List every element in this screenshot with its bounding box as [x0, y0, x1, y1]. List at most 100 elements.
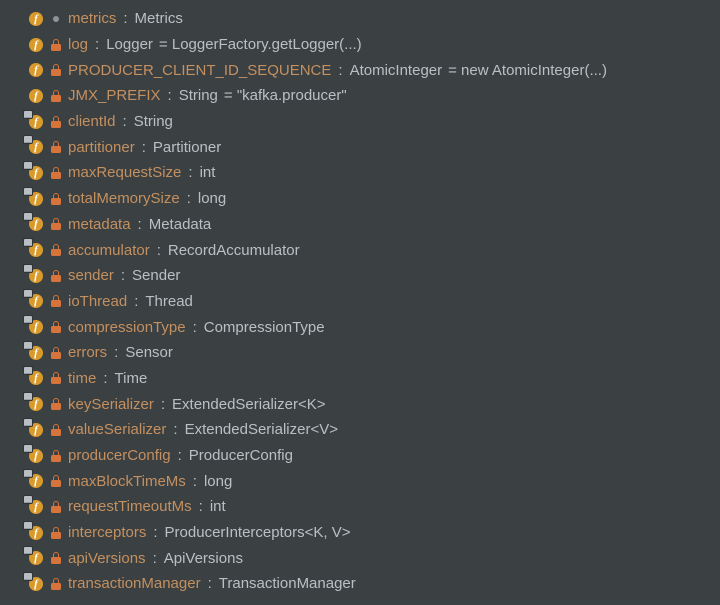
field-type: ApiVersions [164, 550, 243, 567]
field-name: PRODUCER_CLIENT_ID_SEQUENCE [68, 62, 331, 79]
field-name: maxBlockTimeMs [68, 473, 186, 490]
lock-icon [50, 270, 62, 282]
colon: : [122, 10, 128, 27]
structure-row[interactable]: flog: Logger = LoggerFactory.getLogger(.… [28, 32, 720, 58]
field-icon: f [28, 191, 44, 207]
structure-row[interactable]: fvalueSerializer: ExtendedSerializer<V> [28, 417, 720, 443]
colon: : [192, 473, 198, 490]
colon: : [167, 87, 173, 104]
structure-row[interactable]: finterceptors: ProducerInterceptors<K, V… [28, 520, 720, 546]
structure-row[interactable]: fPRODUCER_CLIENT_ID_SEQUENCE: AtomicInte… [28, 57, 720, 83]
structure-row[interactable]: fapiVersions: ApiVersions [28, 545, 720, 571]
structure-row[interactable]: faccumulator: RecordAccumulator [28, 237, 720, 263]
field-type: String [134, 113, 173, 130]
structure-row[interactable]: fkeySerializer: ExtendedSerializer<K> [28, 391, 720, 417]
field-name: time [68, 370, 96, 387]
lock-icon [50, 578, 62, 590]
structure-row[interactable]: f time: Time [28, 366, 720, 392]
final-badge-icon [24, 162, 32, 169]
field-icon: f [28, 216, 44, 232]
field-name: metadata [68, 216, 131, 233]
field-type: Logger [106, 36, 153, 53]
field-icon: f [28, 293, 44, 309]
lock-icon [50, 347, 62, 359]
field-icon: f [28, 165, 44, 181]
field-icon: f [28, 345, 44, 361]
field-name: valueSerializer [68, 421, 166, 438]
structure-row[interactable]: f ioThread: Thread [28, 289, 720, 315]
field-name: JMX_PREFIX [68, 87, 161, 104]
structure-row[interactable]: fsender: Sender [28, 263, 720, 289]
structure-row[interactable]: ftotalMemorySize: long [28, 186, 720, 212]
final-badge-icon [24, 419, 32, 426]
field-type: int [210, 498, 226, 515]
field-icon: f [28, 37, 44, 53]
field-type: Thread [145, 293, 193, 310]
field-icon: f [28, 319, 44, 335]
field-type: Sender [132, 267, 180, 284]
field-icon: f [28, 370, 44, 386]
lock-icon [50, 90, 62, 102]
field-icon: f [28, 422, 44, 438]
structure-row[interactable]: ferrors: Sensor [28, 340, 720, 366]
lock-icon [50, 116, 62, 128]
colon: : [152, 524, 158, 541]
field-type: ProducerInterceptors<K, V> [165, 524, 351, 541]
field-icon: f [28, 88, 44, 104]
field-type: Time [115, 370, 148, 387]
field-icon: f [28, 550, 44, 566]
lock-icon [50, 552, 62, 564]
structure-row[interactable]: fJMX_PREFIX: String = "kafka.producer" [28, 83, 720, 109]
structure-row[interactable]: frequestTimeoutMs: int [28, 494, 720, 520]
field-name: keySerializer [68, 396, 154, 413]
structure-row[interactable]: fmetrics: Metrics [28, 6, 720, 32]
field-type: long [198, 190, 226, 207]
final-badge-icon [24, 136, 32, 143]
lock-icon [50, 244, 62, 256]
field-icon: f [28, 473, 44, 489]
lock-icon [50, 193, 62, 205]
final-badge-icon [24, 342, 32, 349]
field-type: RecordAccumulator [168, 242, 300, 259]
structure-row[interactable]: fproducerConfig: ProducerConfig [28, 443, 720, 469]
field-name: totalMemorySize [68, 190, 180, 207]
field-icon: f [28, 62, 44, 78]
final-badge-icon [24, 547, 32, 554]
final-badge-icon [24, 522, 32, 529]
final-badge-icon [24, 265, 32, 272]
lock-icon [50, 64, 62, 76]
structure-row[interactable]: fmetadata: Metadata [28, 212, 720, 238]
field-name: requestTimeoutMs [68, 498, 192, 515]
colon: : [192, 319, 198, 336]
field-icon: f [28, 114, 44, 130]
field-name: apiVersions [68, 550, 146, 567]
structure-row[interactable]: fcompressionType: CompressionType [28, 314, 720, 340]
field-name: sender [68, 267, 114, 284]
structure-row[interactable]: fmaxRequestSize: int [28, 160, 720, 186]
field-icon: f [28, 139, 44, 155]
colon: : [94, 36, 100, 53]
structure-tree: fmetrics: Metricsflog: Logger = LoggerFa… [0, 0, 720, 597]
field-icon: f [28, 448, 44, 464]
field-name: interceptors [68, 524, 146, 541]
field-name: compressionType [68, 319, 186, 336]
structure-row[interactable]: fpartitioner: Partitioner [28, 134, 720, 160]
colon: : [133, 293, 139, 310]
field-type: Metadata [149, 216, 212, 233]
colon: : [113, 344, 119, 361]
colon: : [337, 62, 343, 79]
colon: : [141, 139, 147, 156]
field-name: partitioner [68, 139, 135, 156]
lock-icon [50, 424, 62, 436]
final-badge-icon [24, 316, 32, 323]
structure-row[interactable]: f maxBlockTimeMs: long [28, 468, 720, 494]
field-name: ioThread [68, 293, 127, 310]
field-initializer: = new AtomicInteger(...) [448, 62, 607, 79]
colon: : [102, 370, 108, 387]
field-icon: f [28, 11, 44, 27]
field-type: long [204, 473, 232, 490]
final-badge-icon [24, 188, 32, 195]
field-name: transactionManager [68, 575, 201, 592]
structure-row[interactable]: fclientId: String [28, 109, 720, 135]
structure-row[interactable]: ftransactionManager: TransactionManager [28, 571, 720, 597]
